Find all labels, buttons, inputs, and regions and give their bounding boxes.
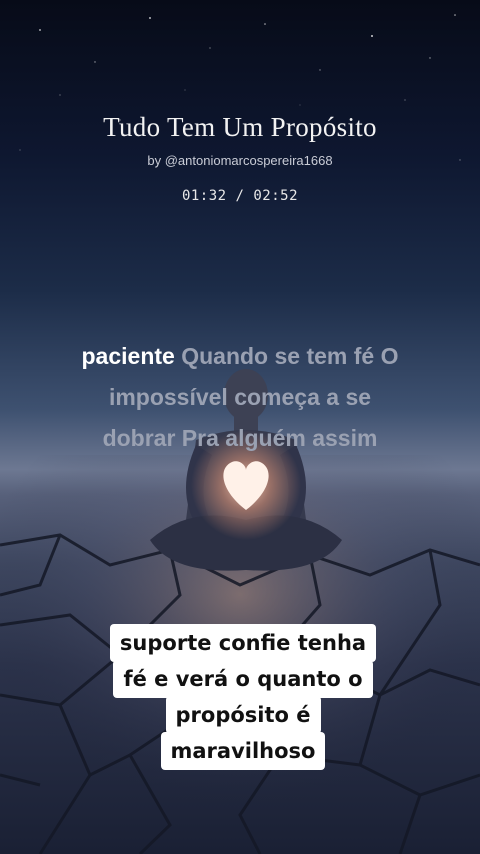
author-byline: by @antoniomarcospereira1668 bbox=[147, 153, 333, 168]
lyric-line-2: impossível começa a se bbox=[108, 384, 372, 410]
caption-line-1: suporte confie tenha bbox=[109, 624, 377, 662]
song-title: Tudo Tem Um Propósito bbox=[103, 112, 377, 142]
lyric-line-3: dobrar Pra alguém assim bbox=[102, 425, 378, 451]
lyrics-block: paciente Quando se tem fé O impossível c… bbox=[40, 336, 440, 459]
caption-line-3: propósito é bbox=[165, 696, 321, 734]
caption-line-2: fé e verá o quanto o bbox=[113, 660, 373, 698]
lyric-line-1-rest: Quando se tem fé O bbox=[174, 343, 399, 369]
caption-box: suporte confie tenha fé e verá o quanto … bbox=[98, 624, 388, 770]
lyric-line-1: paciente Quando se tem fé O bbox=[40, 336, 440, 377]
active-lyric-word: paciente bbox=[81, 343, 175, 369]
caption-line-4: maravilhoso bbox=[160, 732, 326, 770]
playback-time: 01:32 / 02:52 bbox=[181, 188, 299, 204]
video-frame[interactable]: Tudo Tem Um Propósito by @antoniomarcosp… bbox=[0, 0, 480, 854]
track-header: Tudo Tem Um Propósito by @antoniomarcosp… bbox=[0, 112, 480, 204]
